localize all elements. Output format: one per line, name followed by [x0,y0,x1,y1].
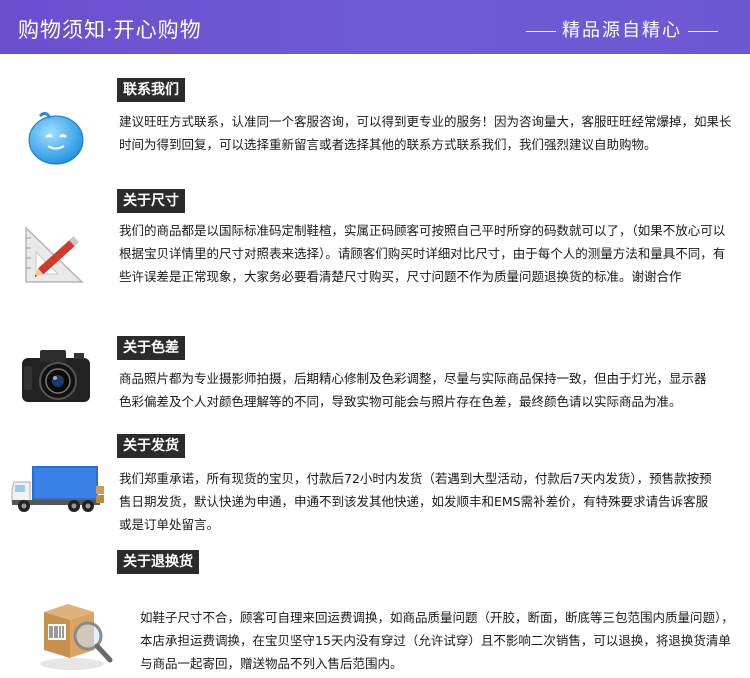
section-body: 我们的商品都是以国际标准码定制鞋楦，实属正码顾客可按照自己平时所穿的码数就可以了… [119,223,726,284]
section-body: 商品照片都为专业摄影师拍摄，后期精心修制及色彩调整，尽量与实际商品保持一致，但由… [119,371,707,409]
section-title: 关于色差 [117,336,185,360]
delivery-truck-icon [11,466,104,512]
camera-icon [22,350,90,402]
package-magnifier-icon [40,604,113,670]
slogan-right-dash [688,30,718,32]
section-body: 建议旺旺方式联系，认准同一个客服咨询，可以得到更专业的服务！因为咨询量大，客服旺… [119,114,732,152]
chat-bubble-icon [28,111,84,165]
slogan-text: 精品源自精心 [562,20,682,41]
section-title: 关于发货 [117,434,185,458]
section-title: 联系我们 [117,78,185,102]
section-body: 如鞋子尺寸不合，顾客可自理来回运费调换，如商品质量问题（开胶，断面，断底等三包范… [140,610,734,671]
section-title: 关于尺寸 [117,189,185,213]
ruler-pencil-icon [25,226,84,283]
header-banner: 购物须知·开心购物 精品源自精心 [0,0,750,54]
section-body: 我们郑重承诺，所有现货的宝贝，付款后72小时内发货（若遇到大型活动，付款后7天内… [119,471,712,532]
section-title: 关于退换货 [117,550,199,574]
banner-title: 购物须知·开心购物 [18,18,202,42]
slogan-left-dash [526,30,556,32]
banner-slogan: 精品源自精心 [520,16,724,42]
